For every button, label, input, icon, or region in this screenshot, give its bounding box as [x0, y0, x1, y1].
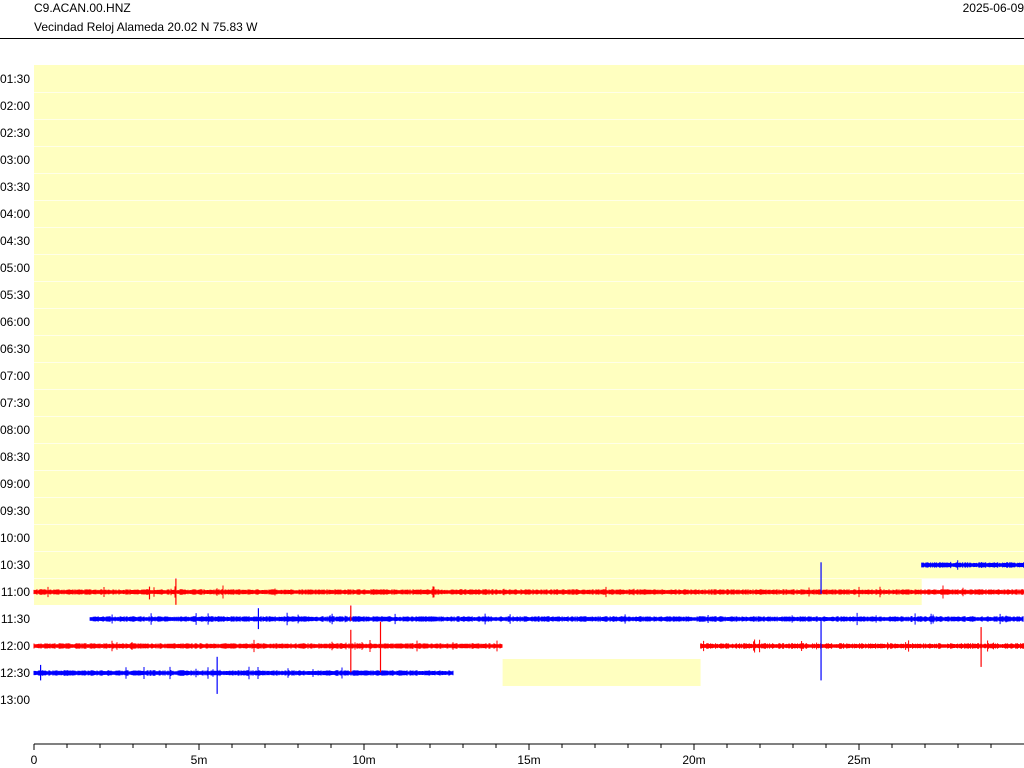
row-time-label: 06:00 [0, 315, 30, 329]
row-time-label: 03:30 [0, 180, 30, 194]
row-time-label: 05:00 [0, 261, 30, 275]
x-tick-label: 0 [31, 753, 38, 767]
row-time-label: 04:30 [0, 234, 30, 248]
seismic-trace [700, 639, 1024, 653]
row-time-label: 05:30 [0, 288, 30, 302]
x-tick-label: 25m [847, 753, 870, 767]
row-time-label: 11:00 [1, 585, 30, 599]
row-time-label: 03:00 [0, 153, 30, 167]
row-time-label: 02:00 [0, 99, 30, 113]
row-time-label: 09:30 [0, 504, 30, 518]
x-tick-label: 20m [682, 753, 705, 767]
row-time-label: 07:00 [0, 369, 30, 383]
row-time-label: 02:30 [0, 126, 30, 140]
row-time-label: 09:00 [0, 477, 30, 491]
row-time-label: 11:30 [1, 612, 30, 626]
data-gap [502, 659, 701, 686]
x-tick-label: 15m [517, 753, 540, 767]
row-time-label: 06:30 [0, 342, 30, 356]
x-tick-label: 10m [352, 753, 375, 767]
row-time-label: 13:00 [0, 693, 30, 707]
row-time-label: 10:30 [0, 558, 30, 572]
data-gap [34, 65, 1024, 578]
row-time-label: 07:30 [0, 396, 30, 410]
seismic-trace [33, 666, 454, 680]
row-time-label: 12:00 [0, 639, 30, 653]
row-time-label: 08:30 [0, 450, 30, 464]
row-time-label: 01:30 [0, 72, 30, 86]
row-time-label: 04:00 [0, 207, 30, 221]
x-tick-label: 5m [191, 753, 208, 767]
row-labels: 01:30 02:00 02:30 03:00 03:30 04:00 04:30 05:00… [0, 72, 30, 707]
helicorder-plot: 01:30 02:00 02:30 03:00 03:30 04:00 04:30 05:00… [0, 65, 1024, 767]
seismic-trace [89, 612, 1024, 626]
seismic-trace [33, 639, 503, 653]
row-time-label: 10:00 [0, 531, 30, 545]
row-time-label: 08:00 [0, 423, 30, 437]
row-time-label: 12:30 [0, 666, 30, 680]
time-axis: 0 5m 10m 15m 20m 25m [31, 743, 1024, 767]
